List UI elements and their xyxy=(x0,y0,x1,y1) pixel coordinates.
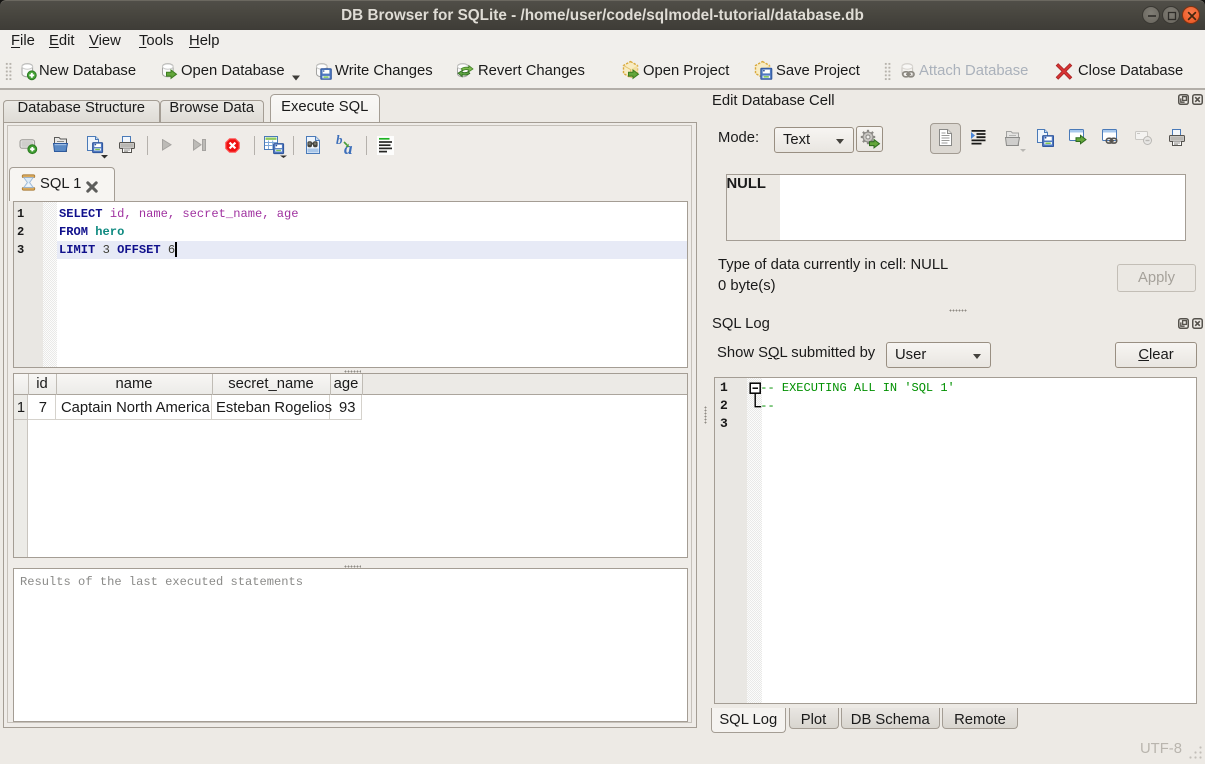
svg-text:b: b xyxy=(336,134,343,147)
